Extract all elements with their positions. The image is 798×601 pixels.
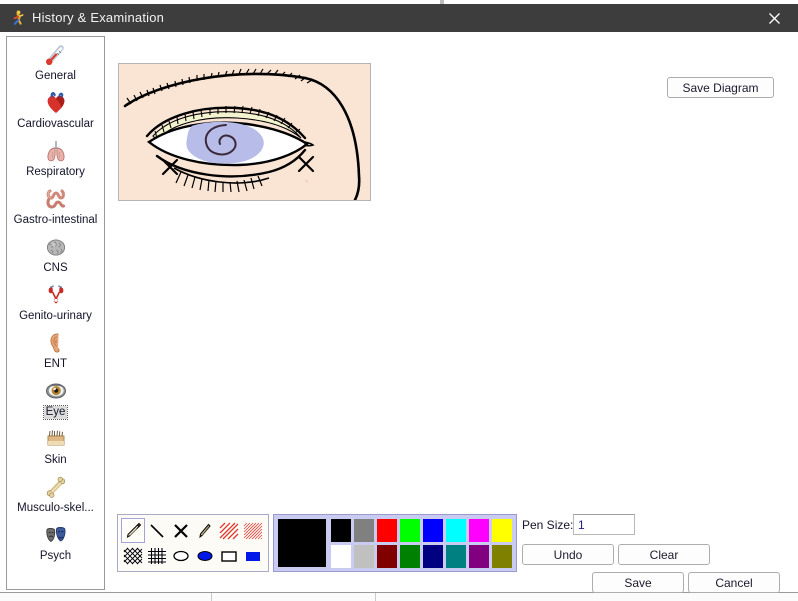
sidebar-item-label: CNS [43,262,68,274]
skin-icon [7,424,104,452]
tool-palette [117,514,269,572]
ellipse-filled-tool[interactable] [193,543,217,568]
ellipse-outline-tool[interactable] [169,543,193,568]
sidebar-item-label: General [35,70,76,82]
color-swatch[interactable] [400,519,420,542]
diagonal-hatch-tool[interactable] [217,518,241,543]
sidebar-item-label: Cardiovascular [17,118,94,130]
sidebar-item-label: Skin [44,454,67,466]
undo-button[interactable]: Undo [522,544,614,565]
sidebar-item-general[interactable]: General [7,37,104,85]
cancel-button[interactable]: Cancel [688,572,780,593]
title-bar: History & Examination [0,4,798,32]
fine-hatch-tool[interactable] [241,518,265,543]
sidebar-item-genito-urinary[interactable]: Genito-urinary [7,277,104,325]
brain-icon [7,232,104,260]
pen-size-input[interactable] [573,514,635,535]
save-diagram-button[interactable]: Save Diagram [667,77,774,98]
cross-hatch-tool[interactable] [121,543,145,568]
color-swatch[interactable] [423,545,443,568]
eye-diagram-frame[interactable] [118,63,371,201]
runner-icon [8,9,26,27]
history-examination-window: History & Examination General Cardiovasc… [0,4,798,593]
tool-row-2 [121,543,265,568]
x-mark-tool[interactable] [169,518,193,543]
color-swatch[interactable] [446,519,466,542]
clear-button[interactable]: Clear [618,544,710,565]
sidebar-item-label: Gastro-intestinal [13,214,98,226]
grid-hatch-tool[interactable] [145,543,169,568]
drawing-work-area[interactable]: Save Diagram Pen Size: 1 Undo Clear Save… [111,36,792,593]
rectangle-filled-tool[interactable] [241,543,265,568]
window-title: History & Examination [32,10,165,25]
eye-diagram [119,64,370,200]
pencil-tool[interactable] [121,518,145,543]
color-swatch[interactable] [331,519,351,542]
sidebar-item-gastro-intestinal[interactable]: Gastro-intestinal [7,181,104,229]
sidebar-item-psych[interactable]: Psych [7,517,104,565]
sidebar-item-skin[interactable]: Skin [7,421,104,469]
color-swatch[interactable] [400,545,420,568]
color-swatch[interactable] [423,519,443,542]
color-swatch[interactable] [469,545,489,568]
ear-icon [7,328,104,356]
color-swatch[interactable] [331,545,351,568]
sidebar-item-cns[interactable]: CNS [7,229,104,277]
color-palette [273,514,517,572]
sidebar-item-musculo-skeletal[interactable]: Musculo-skel... [7,469,104,517]
kidneys-icon [7,280,104,308]
pen-size-label: Pen Size: [522,518,574,532]
color-swatch-grid [331,519,512,568]
close-icon[interactable] [752,4,798,32]
thermometer-icon [7,40,104,68]
color-swatch[interactable] [446,545,466,568]
masks-icon [7,520,104,548]
color-swatch[interactable] [354,545,374,568]
sidebar-item-label: Eye [42,405,69,420]
heart-icon [7,88,104,116]
pen-tool[interactable] [193,518,217,543]
current-color-swatch[interactable] [278,519,326,567]
line-tool[interactable] [145,518,169,543]
sidebar-item-label: Genito-urinary [19,310,92,322]
sidebar-item-eye[interactable]: Eye [7,373,104,421]
color-swatch[interactable] [377,519,397,542]
sidebar-item-respiratory[interactable]: Respiratory [7,133,104,181]
sidebar-item-ent[interactable]: ENT [7,325,104,373]
color-swatch[interactable] [492,545,512,568]
color-swatch[interactable] [354,519,374,542]
bone-icon [7,472,104,500]
eye-icon [7,376,104,404]
sidebar-item-label: Respiratory [26,166,85,178]
intestines-icon [7,184,104,212]
tool-row-1 [121,518,265,543]
save-button[interactable]: Save [592,572,684,593]
rectangle-outline-tool[interactable] [217,543,241,568]
sidebar-item-cardiovascular[interactable]: Cardiovascular [7,85,104,133]
lungs-icon [7,136,104,164]
sidebar-item-label: Musculo-skel... [17,502,94,514]
sidebar-item-label: ENT [44,358,67,370]
color-swatch[interactable] [492,519,512,542]
color-swatch[interactable] [469,519,489,542]
sidebar-item-label: Psych [39,550,72,562]
color-swatch[interactable] [377,545,397,568]
client-area: General Cardiovascular Respiratory Gastr… [0,32,798,593]
system-sidebar: General Cardiovascular Respiratory Gastr… [6,36,105,590]
